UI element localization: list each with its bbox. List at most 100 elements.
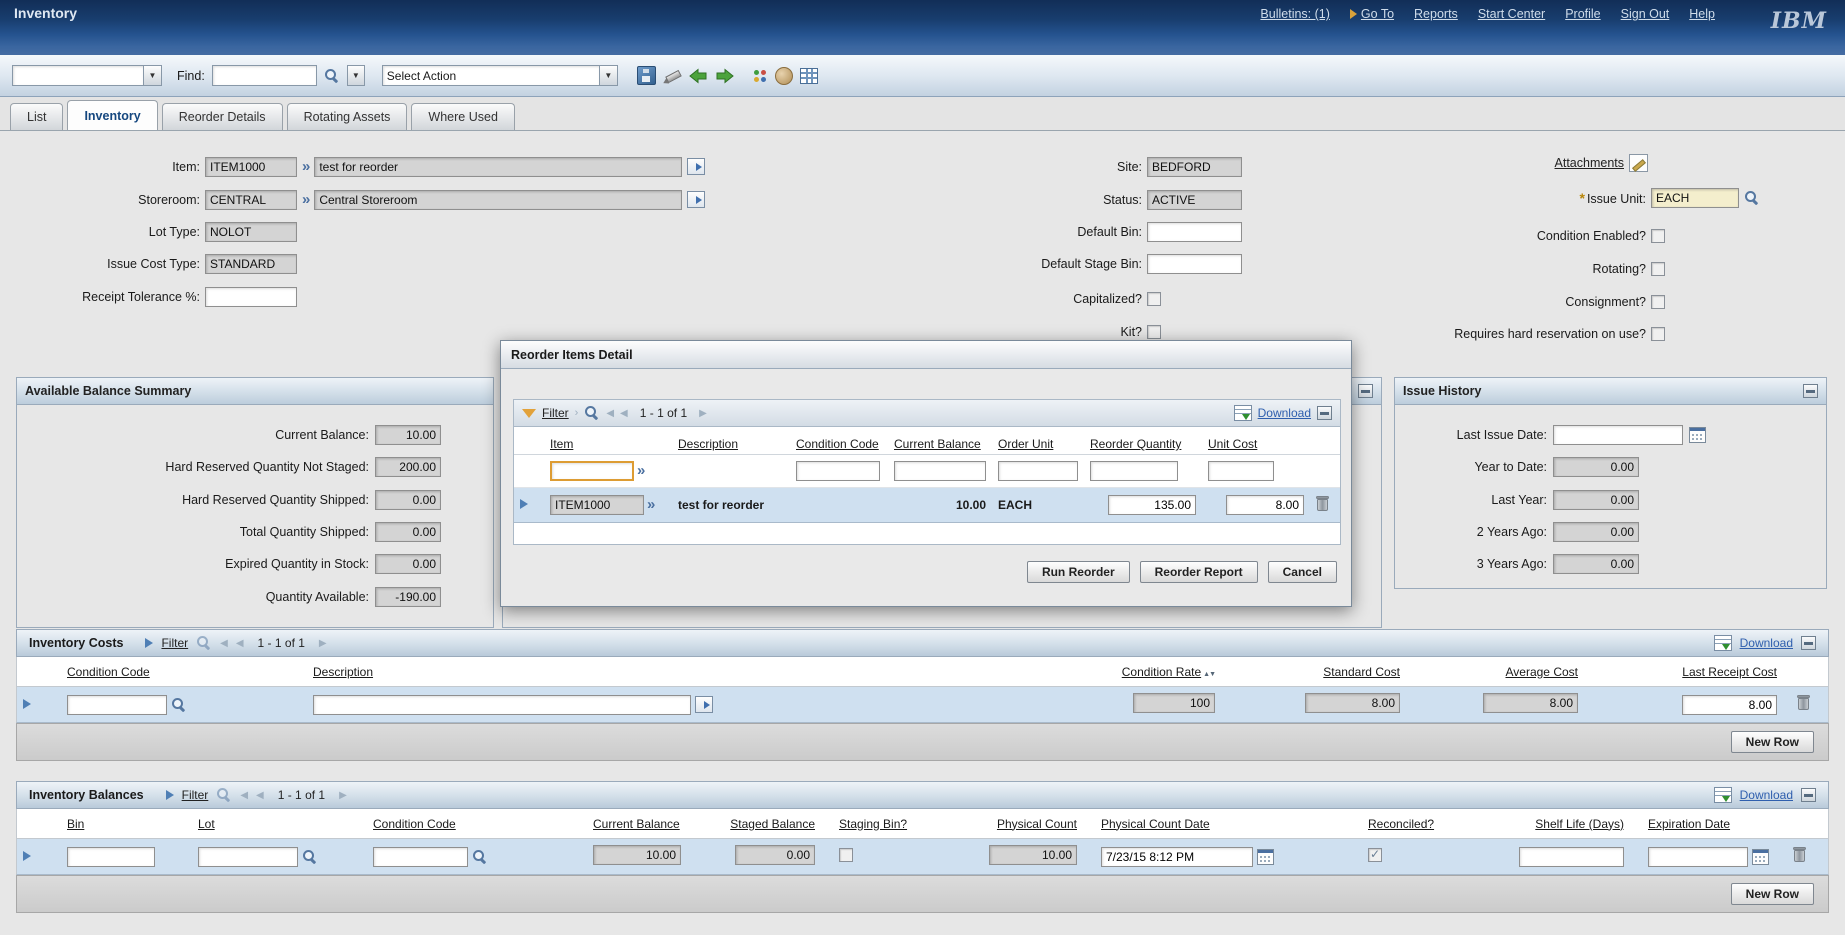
expiration-date-input[interactable]: [1648, 847, 1748, 867]
col-reconciled[interactable]: Reconciled?: [1368, 817, 1434, 831]
balances-download-link[interactable]: Download: [1740, 788, 1793, 802]
tab-where-used[interactable]: Where Used: [411, 103, 514, 130]
col-average-cost[interactable]: Average Cost: [1506, 665, 1579, 679]
attachments-link[interactable]: Attachments: [1555, 156, 1624, 170]
row-expand-icon[interactable]: [520, 499, 528, 509]
receipt-tolerance-input[interactable]: [205, 287, 297, 307]
cost-condition-code-select-icon[interactable]: [171, 697, 187, 713]
requires-hard-reservation-checkbox[interactable]: [1651, 327, 1665, 341]
tab-rotating-assets[interactable]: Rotating Assets: [287, 103, 408, 130]
col-lot[interactable]: Lot: [198, 817, 215, 831]
help-link[interactable]: Help: [1689, 7, 1715, 21]
start-center-link[interactable]: Start Center: [1478, 7, 1545, 21]
next-record-icon[interactable]: [715, 68, 735, 84]
col-condition-code[interactable]: Condition Code: [67, 665, 150, 679]
unit-cost-filter-input[interactable]: [1208, 461, 1274, 481]
dialog-download-link[interactable]: Download: [1258, 406, 1311, 420]
costs-download-link[interactable]: Download: [1740, 636, 1793, 650]
profile-link[interactable]: Profile: [1565, 7, 1600, 21]
kit-checkbox[interactable]: [1147, 325, 1161, 339]
col-order-unit[interactable]: Order Unit: [998, 437, 1053, 451]
reports-link[interactable]: Reports: [1414, 7, 1458, 21]
save-icon[interactable]: [637, 66, 656, 85]
reconciled-checkbox[interactable]: [1368, 848, 1382, 862]
attachments-icon[interactable]: [1629, 154, 1648, 172]
find-input[interactable]: [212, 65, 317, 86]
balances-download-icon[interactable]: [1714, 787, 1732, 803]
costs-filter-expand-icon[interactable]: [145, 638, 153, 648]
col-reorder-quantity[interactable]: Reorder Quantity: [1090, 437, 1181, 451]
col-shelf-life[interactable]: Shelf Life (Days): [1535, 817, 1624, 831]
clock-icon[interactable]: [775, 67, 793, 85]
col-bin[interactable]: Bin: [67, 817, 84, 831]
col-item[interactable]: Item: [550, 437, 573, 451]
run-reorder-button[interactable]: Run Reorder: [1027, 561, 1130, 583]
filter-chevron-icon[interactable]: ›: [575, 407, 579, 419]
lot-input[interactable]: [198, 847, 298, 867]
cancel-button[interactable]: Cancel: [1268, 561, 1337, 583]
costs-search-icon[interactable]: [196, 635, 212, 651]
last-receipt-cost-input[interactable]: [1682, 695, 1777, 715]
default-stage-bin-input[interactable]: [1147, 254, 1242, 274]
balances-next-page-icon[interactable]: ▶: [339, 790, 347, 801]
balances-search-icon[interactable]: [216, 787, 232, 803]
balance-delete-row-icon[interactable]: [1793, 847, 1806, 863]
balances-new-row-button[interactable]: New Row: [1731, 883, 1814, 905]
costs-filter-link[interactable]: Filter: [161, 636, 188, 650]
bulletins-link[interactable]: Bulletins: (1): [1260, 7, 1329, 21]
col-physical-count-date[interactable]: Physical Count Date: [1101, 817, 1210, 831]
dialog-filter-link[interactable]: Filter: [542, 406, 569, 420]
balances-minimize-icon[interactable]: [1801, 788, 1816, 802]
costs-download-icon[interactable]: [1714, 635, 1732, 651]
previous-record-icon[interactable]: [688, 68, 708, 84]
col-last-receipt-cost[interactable]: Last Receipt Cost: [1682, 665, 1777, 679]
sort-icon[interactable]: ▲▼: [1203, 671, 1215, 678]
reorder-quantity-input[interactable]: [1108, 495, 1196, 515]
condition-code-filter-input[interactable]: [796, 461, 880, 481]
row-expand-icon[interactable]: [23, 699, 31, 709]
dialog-search-icon[interactable]: [584, 405, 600, 421]
balances-filter-expand-icon[interactable]: [166, 790, 174, 800]
current-balance-filter-input[interactable]: [894, 461, 986, 481]
tab-reorder-details[interactable]: Reorder Details: [162, 103, 283, 130]
inventory-balances-row[interactable]: 10.00 0.00 10.00: [16, 839, 1829, 875]
costs-new-row-button[interactable]: New Row: [1731, 731, 1814, 753]
storeroom-description-detail-icon[interactable]: [687, 191, 705, 208]
goto-link[interactable]: Go To: [1350, 7, 1394, 21]
balances-filter-link[interactable]: Filter: [182, 788, 209, 802]
capitalized-checkbox[interactable]: [1147, 292, 1161, 306]
dialog-first-page-icon[interactable]: ◀: [606, 408, 614, 419]
select-action-dropdown[interactable]: Select Action ▼: [382, 65, 618, 86]
col-current-balance[interactable]: Current Balance: [593, 817, 680, 831]
item-goto-chevron-icon[interactable]: »: [302, 160, 309, 174]
tab-inventory[interactable]: Inventory: [67, 100, 157, 130]
col-staged-balance[interactable]: Staged Balance: [730, 817, 815, 831]
balances-first-page-icon[interactable]: ◀: [240, 790, 248, 801]
cost-condition-code-input[interactable]: [67, 695, 167, 715]
issue-history-minimize-icon[interactable]: [1803, 384, 1818, 398]
query-input[interactable]: [12, 65, 144, 86]
balance-condition-code-input[interactable]: [373, 847, 468, 867]
col-condition-rate[interactable]: Condition Rate: [1122, 665, 1201, 679]
shelf-life-input[interactable]: [1519, 847, 1624, 867]
cost-delete-row-icon[interactable]: [1797, 695, 1810, 711]
dialog-table-row[interactable]: ITEM1000» test for reorder 10.00 EACH: [514, 488, 1340, 523]
tab-list[interactable]: List: [10, 103, 63, 130]
cost-description-input[interactable]: [313, 695, 691, 715]
physical-count-date-calendar-icon[interactable]: [1257, 849, 1274, 865]
costs-minimize-icon[interactable]: [1801, 636, 1816, 650]
clear-changes-icon[interactable]: [663, 68, 681, 84]
collapsed-panel-minimize-icon[interactable]: [1358, 384, 1373, 398]
rotating-checkbox[interactable]: [1651, 262, 1665, 276]
physical-count-date-input[interactable]: [1101, 847, 1253, 867]
item-description-detail-icon[interactable]: [687, 158, 705, 175]
order-unit-filter-input[interactable]: [998, 461, 1078, 481]
col-description[interactable]: Description: [313, 665, 373, 679]
staging-bin-checkbox[interactable]: [839, 848, 853, 862]
costs-next-page-icon[interactable]: ▶: [319, 638, 327, 649]
last-issue-date-calendar-icon[interactable]: [1689, 427, 1706, 443]
cost-description-detail-icon[interactable]: [695, 696, 713, 713]
dialog-prev-page-icon[interactable]: ◀: [620, 408, 628, 419]
reorder-quantity-filter-input[interactable]: [1090, 461, 1178, 481]
col-physical-count[interactable]: Physical Count: [997, 817, 1077, 831]
